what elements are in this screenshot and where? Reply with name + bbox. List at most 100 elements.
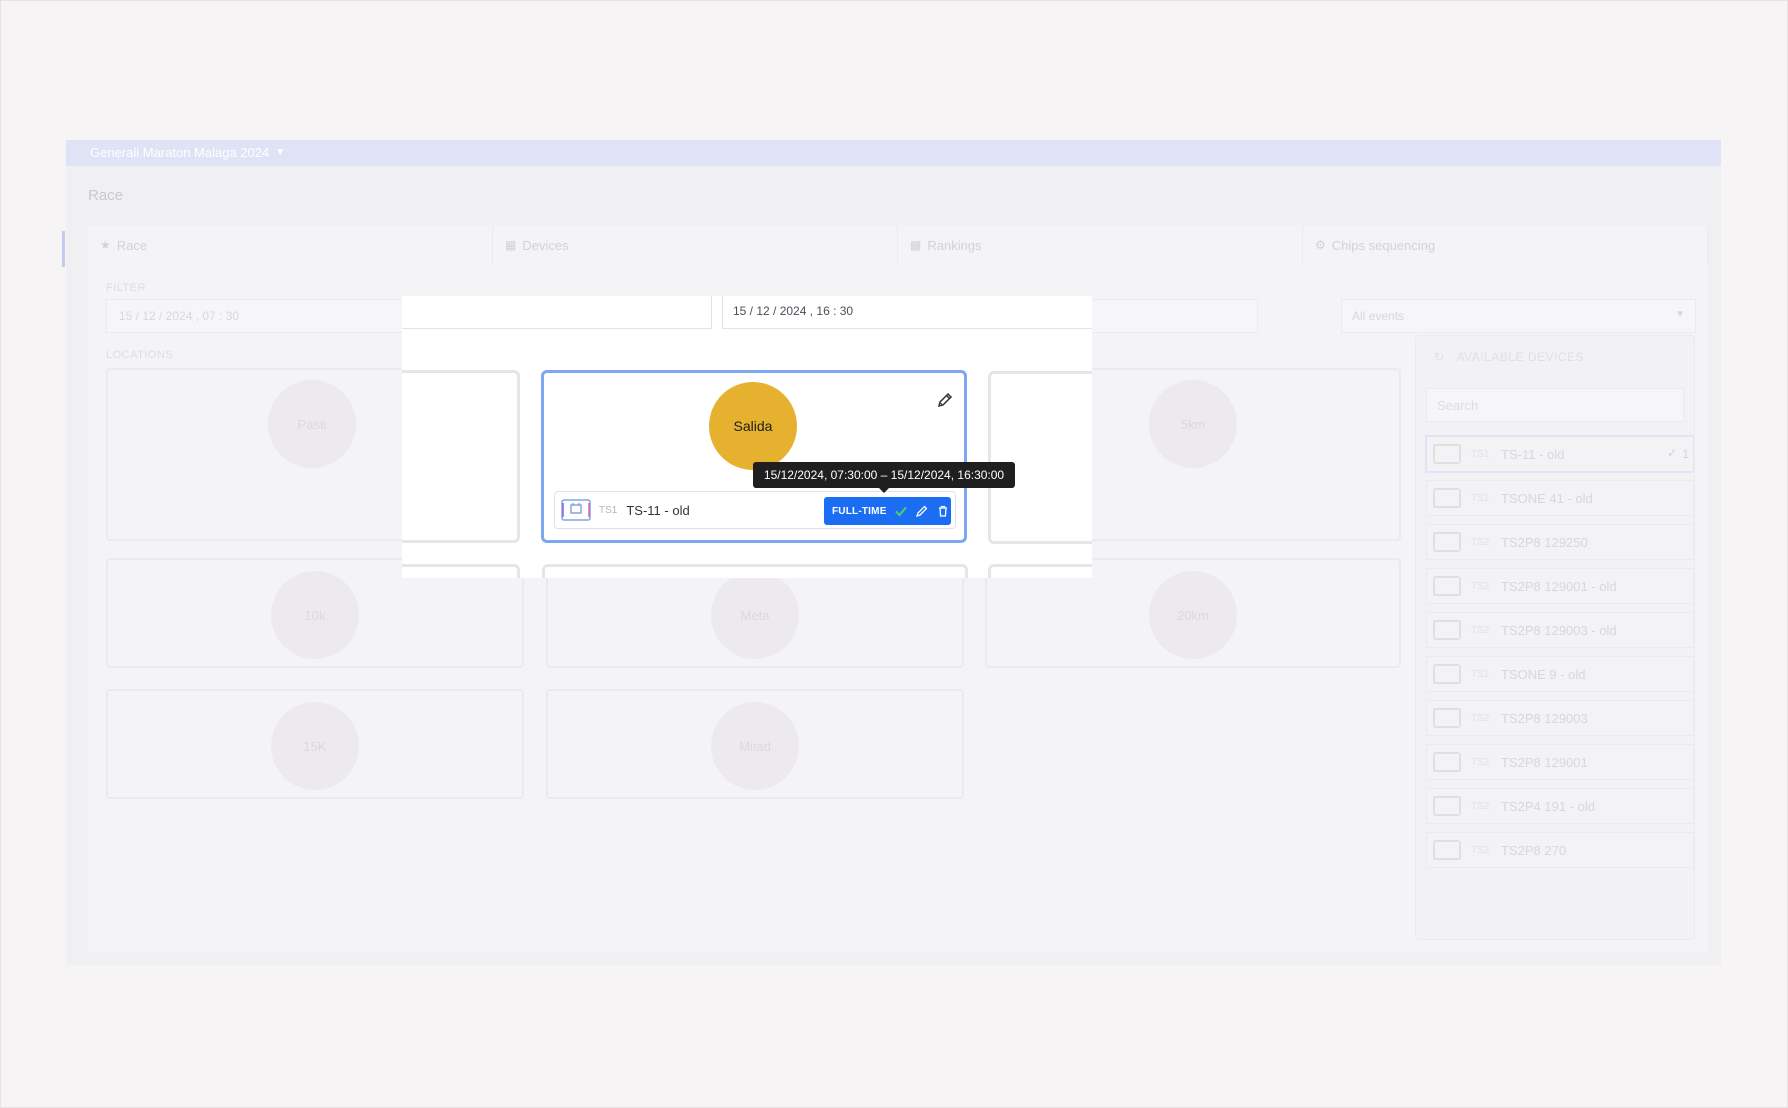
filter-from-input[interactable]: 15 / 12 / 2024 , 07 : 30 (106, 299, 406, 333)
edit-location-button[interactable] (936, 391, 954, 409)
device-list-item[interactable]: TS1 TSONE 41 - old (1426, 480, 1694, 516)
device-type: TS2 (1471, 800, 1490, 812)
location-card[interactable] (402, 564, 520, 578)
refresh-icon[interactable]: ↻ (1434, 350, 1445, 364)
filter-to-input[interactable]: 15 / 12 / 2024 , 16 : 30 (722, 296, 1092, 329)
screen: Generali Maraton Malaga 2024 ▼ Race ★ Ra… (0, 0, 1788, 1108)
tab-race[interactable]: ★ Race (88, 225, 493, 265)
race-selector-label: Generali Maraton Malaga 2024 (90, 145, 270, 160)
tab-devices[interactable]: ▦ Devices (493, 225, 898, 265)
device-icon (1433, 444, 1461, 464)
device-type: TS2 (1471, 624, 1490, 636)
device-name: TS2P8 270 (1501, 842, 1567, 858)
date-range-tooltip: 15/12/2024, 07:30:00 – 15/12/2024, 16:30… (753, 462, 1015, 488)
device-list-item[interactable]: TS2 TS2P8 129001 (1426, 744, 1694, 780)
tab-bar: ★ Race ▦ Devices ▩ Rankings ⚙ Chips sequ… (88, 225, 1708, 265)
device-icon (1433, 840, 1461, 860)
location-circle: Pasti (268, 380, 356, 468)
location-circle: 10k (271, 571, 359, 659)
device-name: TS2P8 129003 (1501, 710, 1588, 726)
race-selector[interactable]: Generali Maraton Malaga 2024 ▼ (90, 145, 285, 160)
filter-from-input-highlight[interactable] (402, 296, 712, 329)
device-type: TS2 (1471, 580, 1490, 592)
location-circle: 15K (271, 702, 359, 790)
location-circle: Mitad (711, 702, 799, 790)
device-name: TS-11 - old (1501, 446, 1565, 462)
device-list-item[interactable]: TS1 TS-11 - old ✓ 1 (1426, 436, 1694, 472)
available-devices-header: ↻ AVAILABLE DEVICES (1434, 350, 1584, 364)
location-card[interactable]: 15K (106, 689, 524, 799)
device-count: 1 (1682, 447, 1689, 461)
spotlight-region: 15 / 12 / 2024 , 16 : 30 Salida TS1 TS-1… (402, 296, 1092, 578)
device-icon (1433, 488, 1461, 508)
available-devices-title: AVAILABLE DEVICES (1456, 350, 1585, 364)
device-icon (1433, 576, 1461, 596)
nav-accent (62, 231, 65, 267)
tab-chips-sequencing[interactable]: ⚙ Chips sequencing (1303, 225, 1708, 265)
device-list-item[interactable]: TS2 TS2P4 191 - old (1426, 788, 1694, 824)
tab-label: Devices (522, 237, 569, 253)
device-name: TSONE 9 - old (1501, 666, 1586, 682)
gear-icon: ⚙ (1315, 238, 1326, 252)
device-mode-group: FULL-TIME (824, 497, 951, 525)
location-card[interactable] (542, 564, 968, 578)
device-type: TS1 (1471, 492, 1490, 504)
device-name: TS2P8 129003 - old (1501, 622, 1617, 638)
device-icon (561, 499, 591, 521)
device-type: TS2 (1471, 536, 1490, 548)
tab-rankings[interactable]: ▩ Rankings (898, 225, 1303, 265)
device-name: TS2P8 129250 (1501, 534, 1588, 550)
tooltip-arrow (878, 487, 890, 493)
device-icon (1433, 708, 1461, 728)
device-list-item[interactable]: TS1 TSONE 9 - old (1426, 656, 1694, 692)
device-icon (1433, 664, 1461, 684)
locations-label: LOCATIONS (106, 349, 174, 361)
device-type: TS1 (1471, 668, 1490, 680)
location-circle-salida: Salida (709, 382, 797, 470)
location-card[interactable] (988, 371, 1092, 544)
device-list: TS1 TS-11 - old ✓ 1 TS1 TSONE 41 - old T… (1426, 436, 1694, 876)
check-icon[interactable] (894, 504, 908, 518)
device-icon (1433, 532, 1461, 552)
device-list-item[interactable]: TS2 TS2P8 129250 (1426, 524, 1694, 560)
chevron-down-icon: ▼ (1675, 309, 1685, 320)
device-icon (1433, 752, 1461, 772)
check-icon: ✓ (1666, 446, 1677, 460)
device-search-input[interactable]: Search (1426, 388, 1684, 422)
trash-icon[interactable] (936, 504, 950, 518)
page-title: Race (88, 187, 124, 204)
trophy-icon: ★ (100, 238, 111, 252)
location-card[interactable] (988, 564, 1092, 578)
device-type: TS1 (1471, 448, 1490, 460)
device-list-item[interactable]: TS2 TS2P8 129003 (1426, 700, 1694, 736)
device-list-item[interactable]: TS2 TS2P8 129001 - old (1426, 568, 1694, 604)
device-list-item[interactable]: TS2 TS2P8 270 (1426, 832, 1694, 868)
full-time-badge[interactable]: FULL-TIME (832, 506, 887, 517)
chevron-down-icon: ▼ (275, 147, 286, 158)
available-devices-panel: ↻ AVAILABLE DEVICES Search TS1 TS-11 - o… (1415, 335, 1695, 940)
pencil-icon (937, 392, 953, 408)
events-select-value: All events (1352, 309, 1405, 323)
location-circle: 5km (1149, 380, 1237, 468)
device-list-item[interactable]: TS2 TS2P8 129003 - old (1426, 612, 1694, 648)
device-name: TSONE 41 - old (1501, 490, 1593, 506)
device-name: TS-11 - old (626, 502, 690, 518)
grid-icon: ▦ (505, 238, 517, 252)
location-circle: 20km (1149, 571, 1237, 659)
race-bar: Generali Maraton Malaga 2024 ▼ (66, 140, 1721, 166)
device-name: TS2P4 191 - old (1501, 798, 1595, 814)
pencil-icon[interactable] (915, 504, 929, 518)
tab-label: Race (116, 237, 148, 253)
tab-label: Rankings (927, 237, 982, 253)
assigned-device[interactable]: TS1 TS-11 - old FULL-TIME (554, 491, 956, 529)
location-card[interactable]: Mitad (546, 689, 964, 799)
location-card[interactable] (402, 370, 520, 543)
filter-label: FILTER (106, 282, 147, 294)
location-card-salida[interactable]: Salida TS1 TS-11 - old FULL-TIME (541, 370, 967, 543)
tab-label: Chips sequencing (1331, 237, 1436, 253)
device-icon (1433, 620, 1461, 640)
events-select[interactable]: All events ▼ (1341, 299, 1696, 333)
device-type: TS2 (1471, 844, 1490, 856)
device-name: TS2P8 129001 (1501, 754, 1588, 770)
device-icon (1433, 796, 1461, 816)
